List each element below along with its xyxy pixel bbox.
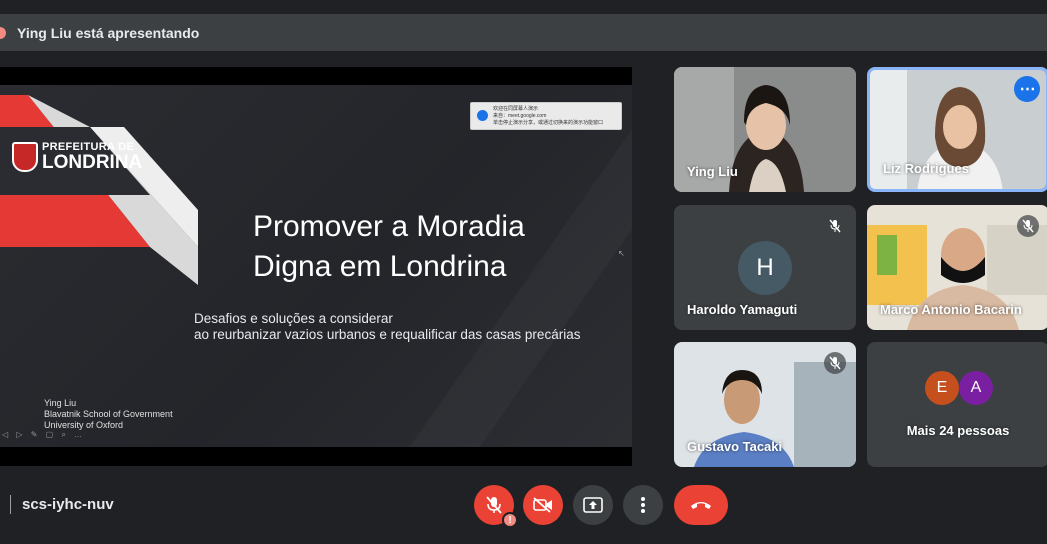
logo-line2: LONDRINA: [42, 152, 143, 173]
present-screen-button[interactable]: [573, 485, 613, 525]
more-participants-label: Mais 24 pessoas: [906, 423, 1010, 438]
more-options-icon[interactable]: ⋯: [1014, 76, 1040, 102]
mic-warning-badge: !: [502, 512, 518, 528]
mic-off-icon: [824, 352, 846, 374]
participant-avatar: E: [925, 371, 959, 405]
more-vert-icon: [641, 497, 645, 513]
info-icon: [477, 110, 488, 121]
more-participants-tile[interactable]: E A Mais 24 pessoas: [867, 342, 1047, 467]
camera-off-icon: [533, 497, 552, 513]
slide: PREFEITURA DE LONDRINA 欢迎在同屏幕人演示 来自：meet…: [0, 85, 632, 447]
participant-tile-selected[interactable]: ⋯ Liz Rodrigues: [867, 67, 1047, 192]
screen-share-notice[interactable]: 欢迎在同屏幕人演示 来自：meet.google.com 单击停止演示分享，或通…: [470, 102, 622, 130]
participant-name: Marco Antonio Bacarin: [880, 302, 1022, 317]
presenting-indicator: [0, 26, 6, 39]
participant-tile[interactable]: Gustavo Tacaki: [674, 342, 856, 467]
camera-toggle-button[interactable]: [523, 485, 563, 525]
participant-tile[interactable]: H Haroldo Yamaguti: [674, 205, 856, 330]
presenting-text: Ying Liu está apresentando: [17, 24, 200, 41]
participant-avatar: A: [959, 371, 993, 405]
leave-call-button[interactable]: [674, 485, 728, 525]
more-options-button[interactable]: [623, 485, 663, 525]
mouse-cursor-icon: ↖: [618, 249, 625, 258]
call-controls-bar: scs-iyhc-nuv !: [0, 482, 1047, 528]
slide-author: Ying Liu Blavatnik School of Government …: [44, 398, 173, 430]
participant-tile[interactable]: Marco Antonio Bacarin: [867, 205, 1047, 330]
presenting-banner: Ying Liu está apresentando: [0, 14, 1047, 51]
mic-off-icon: [486, 496, 502, 514]
slide-toolbar-icons[interactable]: ◁ ▷ ✎ ▢ ⌕ …: [2, 430, 85, 440]
prefeitura-logo: PREFEITURA DE LONDRINA: [12, 142, 142, 172]
meeting-code: scs-iyhc-nuv: [22, 496, 114, 513]
divider: [10, 495, 11, 514]
slide-subtitle: Desafios e soluções a considerar ao reur…: [194, 311, 581, 342]
participant-tile[interactable]: Ying Liu: [674, 67, 856, 192]
participant-name: Gustavo Tacaki: [687, 439, 783, 454]
participant-name: Haroldo Yamaguti: [687, 302, 798, 317]
slide-red-banner: [0, 95, 198, 285]
participant-name: Liz Rodrigues: [883, 161, 969, 176]
participant-avatar: H: [738, 241, 792, 295]
participant-name: Ying Liu: [687, 164, 738, 179]
mic-off-icon: [824, 215, 846, 237]
mic-toggle-button[interactable]: !: [474, 485, 518, 528]
present-screen-icon: [583, 497, 603, 513]
city-seal-icon: [12, 142, 38, 172]
presentation-area: PREFEITURA DE LONDRINA 欢迎在同屏幕人演示 来自：meet…: [0, 67, 632, 466]
mic-off-icon: [1017, 215, 1039, 237]
slide-title: Promover a Moradia Digna em Londrina: [253, 210, 525, 283]
notice-text: 欢迎在同屏幕人演示 来自：meet.google.com 单击停止演示分享，或通…: [493, 106, 604, 126]
call-end-icon: [691, 502, 711, 509]
